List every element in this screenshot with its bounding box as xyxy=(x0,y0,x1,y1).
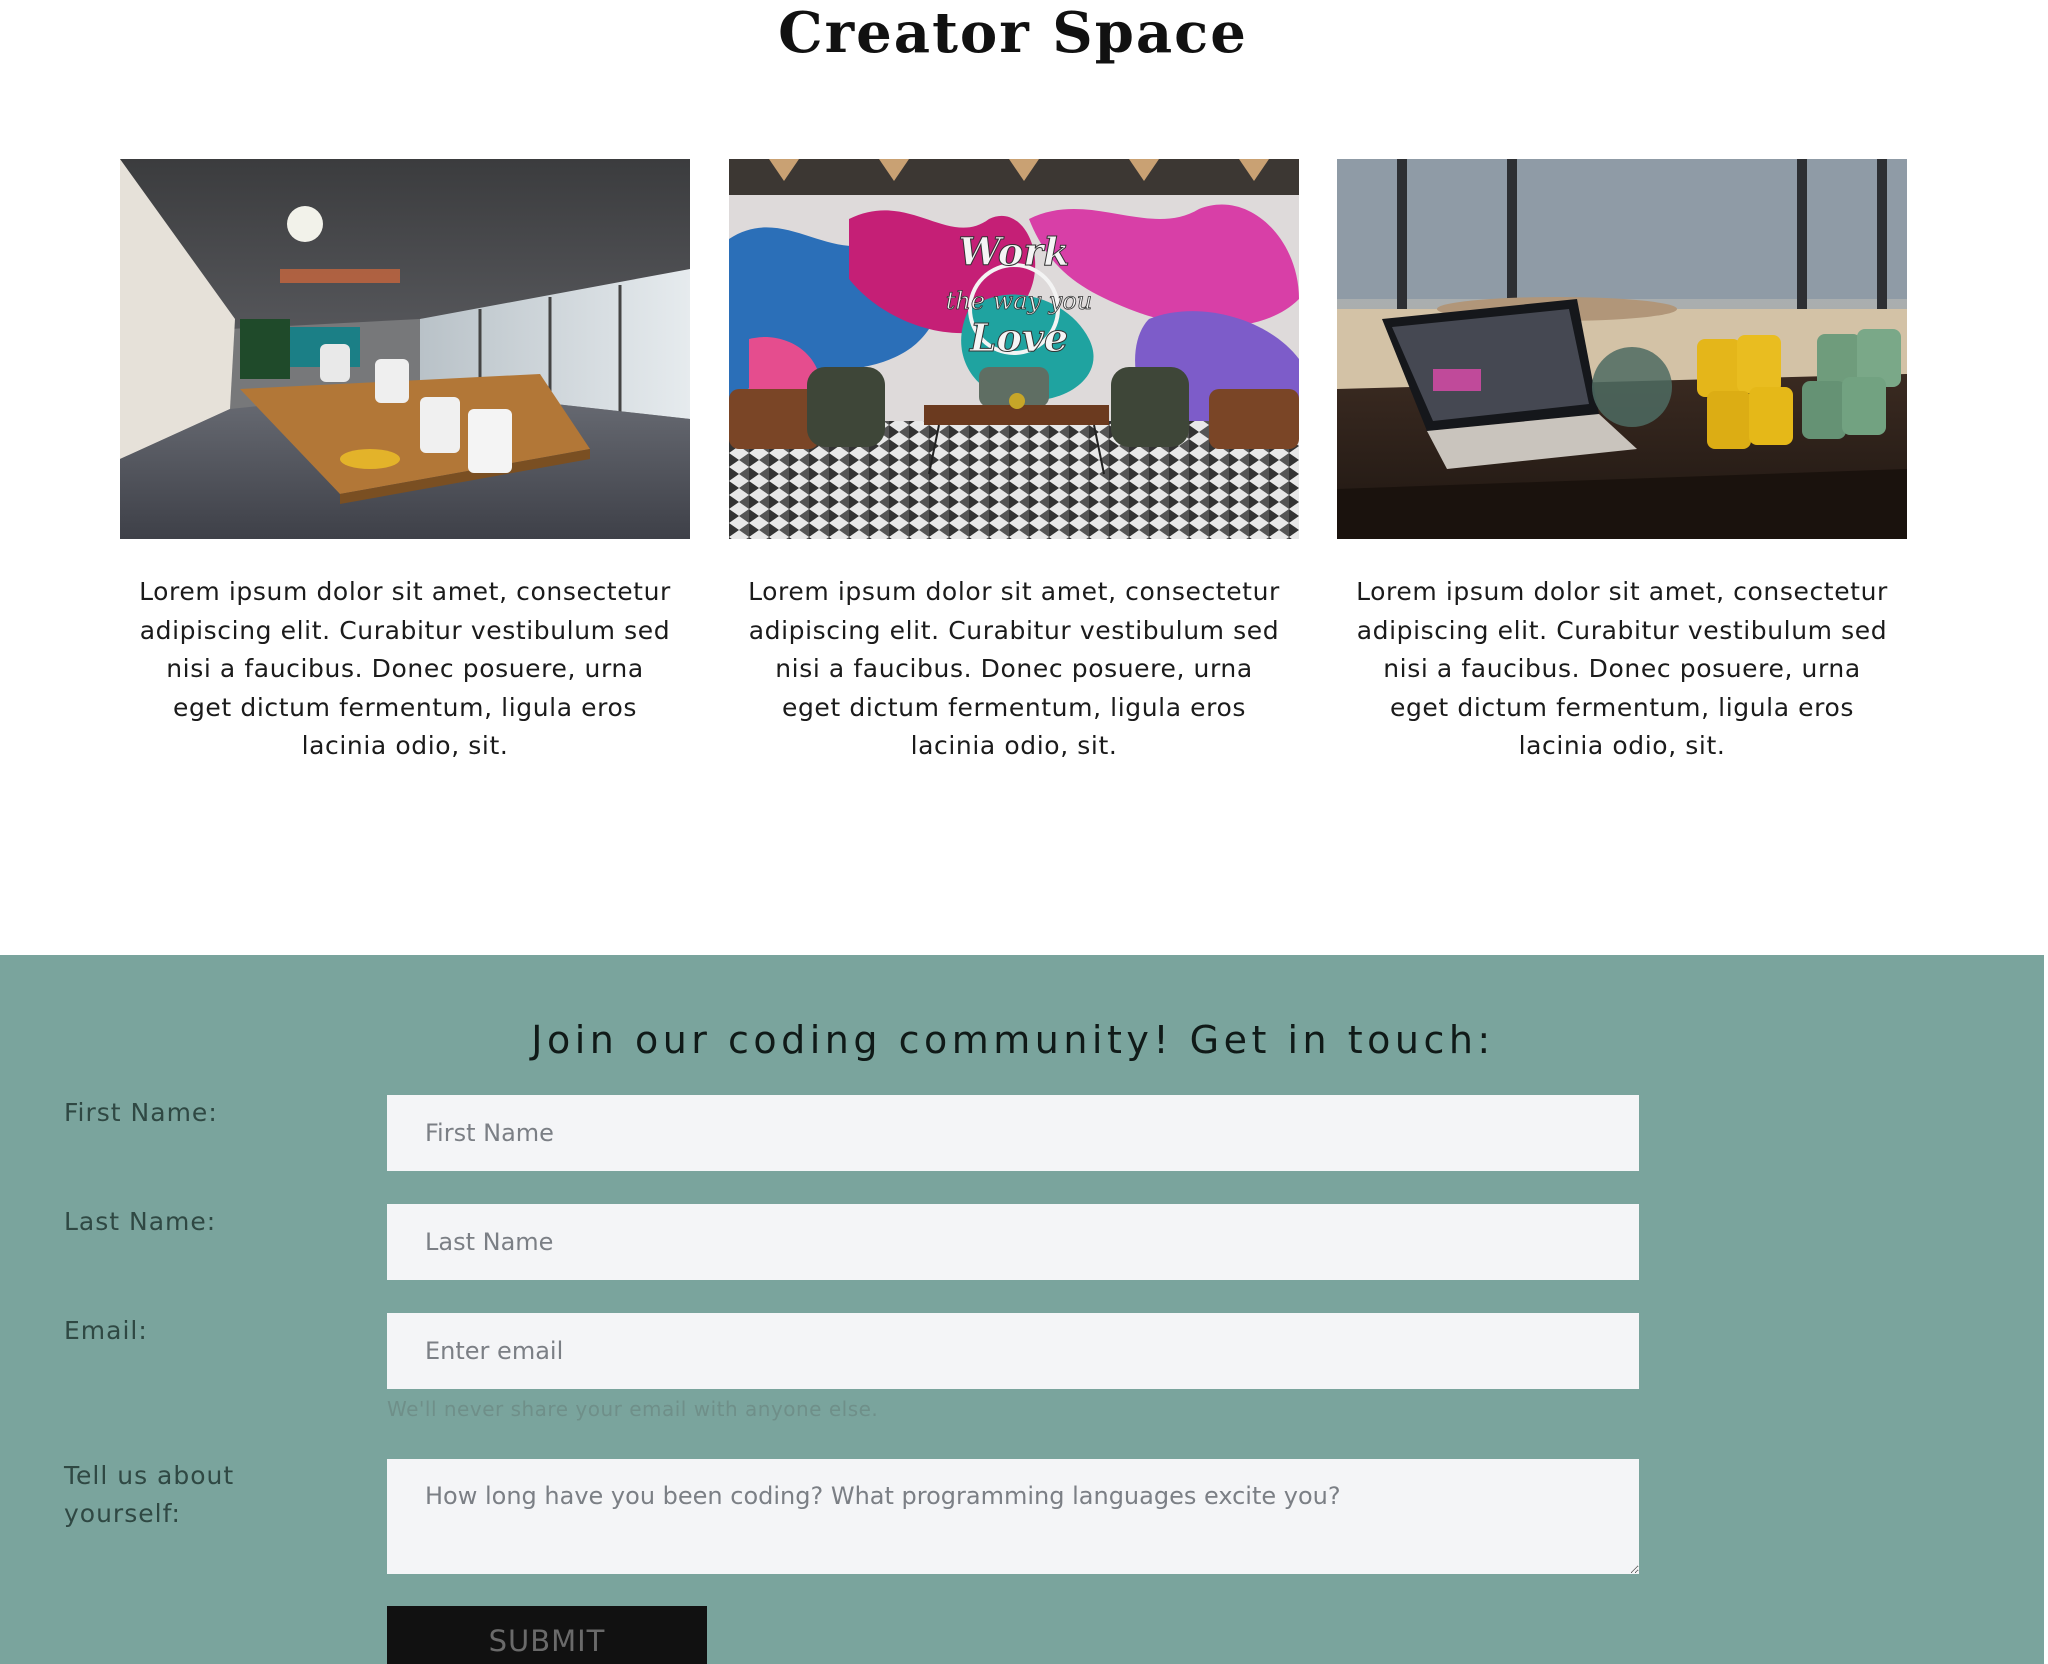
about-label: Tell us about yourself: xyxy=(64,1461,235,1528)
svg-text:Work: Work xyxy=(958,229,1069,274)
first-name-label: First Name: xyxy=(64,1098,218,1127)
page-title: Creator Space xyxy=(778,0,1248,66)
laptop-desk-photo xyxy=(1337,159,1907,539)
feature-card-office: Lorem ipsum dolor sit amet, consectetur … xyxy=(120,159,690,766)
last-name-input[interactable] xyxy=(387,1204,1639,1280)
card-description: Lorem ipsum dolor sit amet, consectetur … xyxy=(139,577,671,760)
contact-heading: Join our coding community! Get in touch: xyxy=(531,1018,1495,1062)
feature-card-workdesk: Lorem ipsum dolor sit amet, consectetur … xyxy=(1337,159,1907,766)
email-input[interactable] xyxy=(387,1313,1639,1389)
card-description: Lorem ipsum dolor sit amet, consectetur … xyxy=(748,577,1280,760)
svg-text:the way you: the way you xyxy=(946,287,1092,315)
last-name-label: Last Name: xyxy=(64,1207,217,1236)
submit-button[interactable]: SUBMIT xyxy=(387,1606,707,1664)
email-label: Email: xyxy=(64,1316,148,1345)
lounge-mural-photo: Work the way you Love xyxy=(729,159,1299,539)
svg-text:Love: Love xyxy=(969,315,1068,360)
card-description: Lorem ipsum dolor sit amet, consectetur … xyxy=(1356,577,1888,760)
contact-section: Join our coding community! Get in touch:… xyxy=(0,955,2044,1664)
office-photo xyxy=(120,159,690,539)
page: Creator Space Lorem ipsum dolor sit amet… xyxy=(0,0,2044,1664)
first-name-input[interactable] xyxy=(387,1095,1639,1171)
email-help-text: We'll never share your email with anyone… xyxy=(387,1397,879,1421)
feature-card-lounge: Work the way you Love Lorem ipsum dolor … xyxy=(729,159,1299,766)
about-textarea[interactable] xyxy=(387,1459,1639,1574)
